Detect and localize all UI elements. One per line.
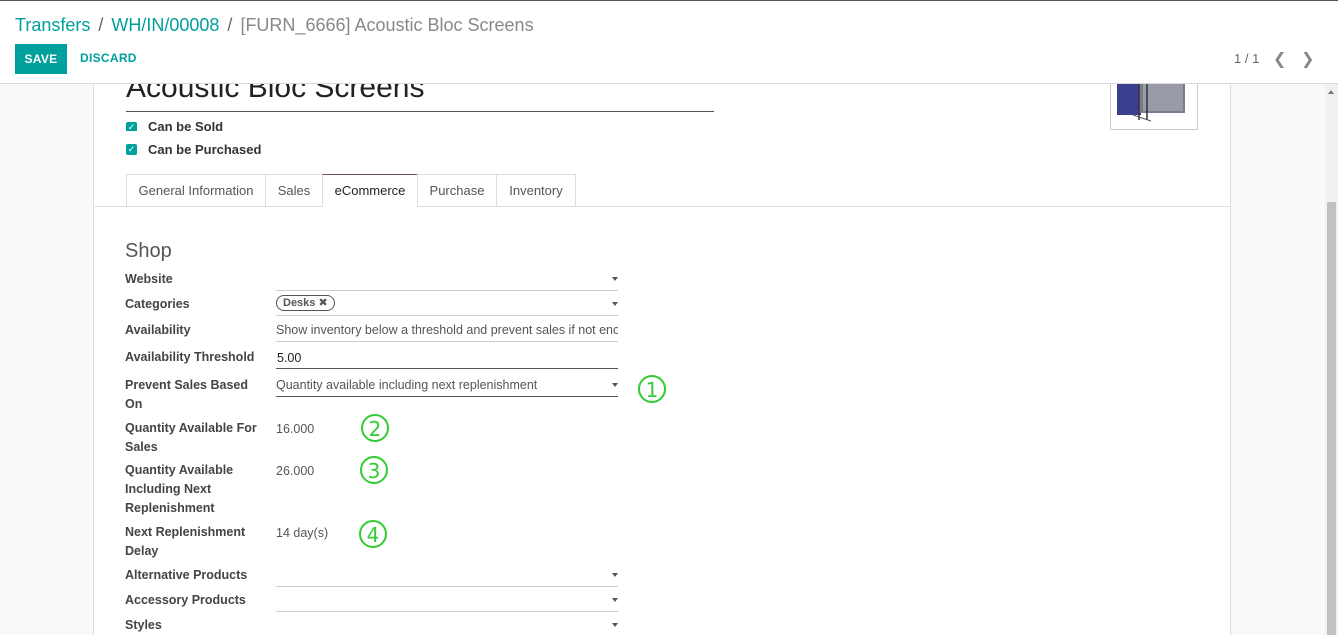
website-label: Website xyxy=(125,272,173,286)
product-name-input[interactable]: Acoustic Bloc Screens xyxy=(126,84,714,112)
annotation-badge-2: 2 xyxy=(361,414,389,442)
can-be-sold-label: Can be Sold xyxy=(148,122,224,131)
scroll-up-icon[interactable] xyxy=(1328,90,1334,94)
availability-threshold-label: Availability Threshold xyxy=(125,350,255,364)
dropdown-caret-icon xyxy=(612,623,618,627)
availability-value: Show inventory below a threshold and pre… xyxy=(276,323,618,337)
dropdown-caret-icon xyxy=(612,302,618,306)
product-image-picture xyxy=(1117,84,1185,122)
qty-available-replenishment-value: 26.000 xyxy=(276,464,315,478)
tab-inventory[interactable]: Inventory xyxy=(496,174,576,206)
tab-ecommerce[interactable]: eCommerce xyxy=(322,174,418,207)
prevent-sales-value: Quantity available including next replen… xyxy=(276,378,538,392)
categories-label: Categories xyxy=(125,297,190,311)
tab-purchase[interactable]: Purchase xyxy=(417,174,497,206)
breadcrumb-receipt[interactable]: WH/IN/00008 xyxy=(111,15,219,35)
breadcrumb-separator: / xyxy=(98,15,104,35)
scrollbar-thumb[interactable] xyxy=(1327,202,1336,635)
can-be-sold-row: ✓ Can be Sold xyxy=(124,122,284,131)
chevron-left-icon[interactable]: ❮ xyxy=(1273,49,1286,69)
category-tag: Desks ✖ xyxy=(276,295,335,311)
tab-general-information[interactable]: General Information xyxy=(126,174,266,206)
dropdown-caret-icon xyxy=(612,277,618,281)
dropdown-caret-icon xyxy=(612,383,618,387)
dropdown-caret-icon xyxy=(612,598,618,602)
pager-value: 1 / 1 xyxy=(1234,51,1260,66)
qty-available-sales-label: Quantity Available For Sales xyxy=(125,421,257,454)
breadcrumb-transfers[interactable]: Transfers xyxy=(15,15,90,35)
can-be-sold-checkbox[interactable]: ✓ xyxy=(126,122,137,131)
shop-section-title: Shop xyxy=(125,240,172,262)
styles-label: Styles xyxy=(125,618,162,632)
website-select[interactable] xyxy=(276,270,618,291)
form-sheet: Acoustic Bloc Screens ✓ Can be Sold ✓ Ca… xyxy=(93,84,1231,635)
annotation-badge-4: 4 xyxy=(359,520,387,548)
category-tag-label: Desks xyxy=(283,297,316,309)
breadcrumb: Transfers / WH/IN/00008 / [FURN_6666] Acoust… xyxy=(15,15,534,36)
can-be-purchased-checkbox[interactable]: ✓ xyxy=(126,144,137,155)
annotation-badge-1: 1 xyxy=(638,375,666,403)
styles-field[interactable] xyxy=(276,616,618,635)
prevent-sales-select[interactable]: Quantity available including next replen… xyxy=(276,376,618,397)
breadcrumb-separator: / xyxy=(227,15,233,35)
tab-sales[interactable]: Sales xyxy=(265,174,323,206)
notebook-tabs: General Information Sales eCommerce Purc… xyxy=(94,174,1230,207)
product-image[interactable] xyxy=(1110,84,1198,130)
remove-tag-icon[interactable]: ✖ xyxy=(318,297,327,309)
replenishment-delay-value: 14 day(s) xyxy=(276,526,329,540)
prevent-sales-label: Prevent Sales Based On xyxy=(125,378,248,411)
alternative-products-label: Alternative Products xyxy=(125,568,248,582)
qty-available-replenishment-label: Quantity Available Including Next Replen… xyxy=(125,463,234,515)
save-button[interactable]: SAVE xyxy=(15,44,67,74)
categories-many2many-field[interactable]: Desks ✖ xyxy=(276,295,618,316)
replenishment-delay-label: Next Replenishment Delay xyxy=(125,525,246,558)
chevron-right-icon[interactable]: ❯ xyxy=(1301,49,1314,69)
can-be-purchased-label: Can be Purchased xyxy=(148,142,262,157)
discard-button[interactable]: DISCARD xyxy=(80,51,137,65)
alternative-products-field[interactable] xyxy=(276,566,618,587)
availability-threshold-value: 5.00 xyxy=(277,351,302,365)
annotation-badge-3: 3 xyxy=(360,456,388,484)
accessory-products-field[interactable] xyxy=(276,591,618,612)
qty-available-sales-value: 16.000 xyxy=(276,422,315,436)
scrollbar[interactable] xyxy=(1325,84,1338,635)
availability-label: Availability xyxy=(125,323,191,337)
availability-select[interactable]: Show inventory below a threshold and pre… xyxy=(276,321,618,342)
dropdown-caret-icon xyxy=(612,573,618,577)
availability-threshold-input[interactable]: 5.00 xyxy=(276,348,618,369)
breadcrumb-current: [FURN_6666] Acoustic Bloc Screens xyxy=(240,15,534,35)
control-panel: Transfers / WH/IN/00008 / [FURN_6666] Acoust… xyxy=(0,0,1338,84)
accessory-products-label: Accessory Products xyxy=(125,593,246,607)
